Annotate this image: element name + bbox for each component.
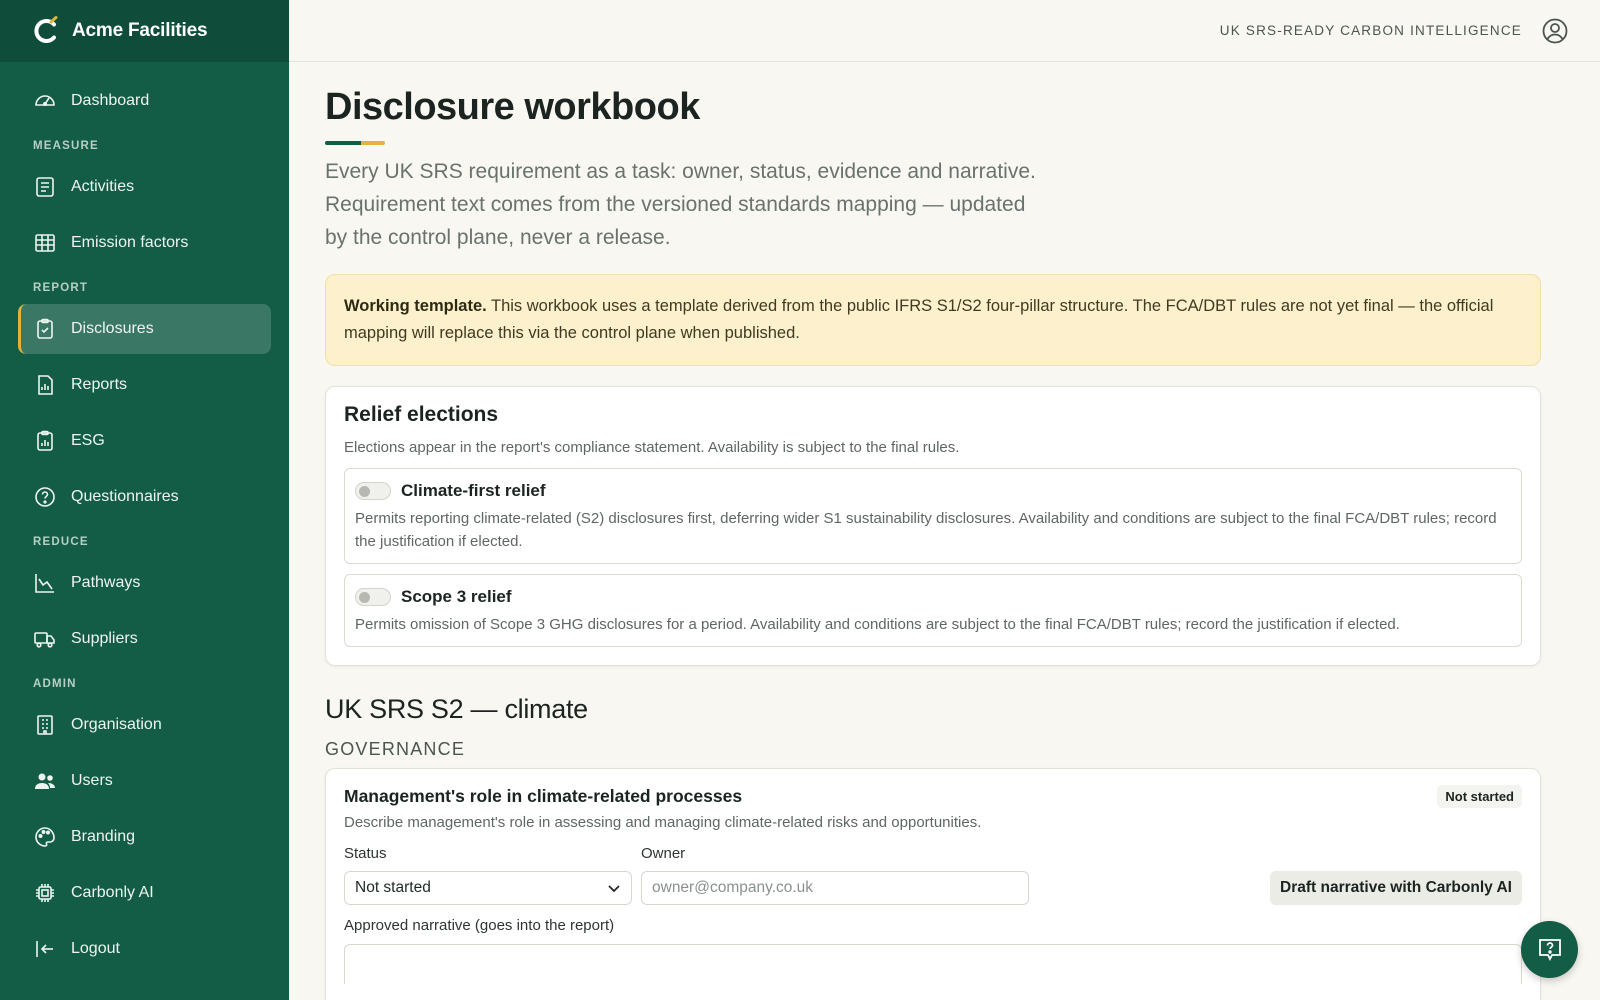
owner-label: Owner <box>641 845 686 862</box>
product-tagline: UK SRS-READY CARBON INTELLIGENCE <box>1219 23 1522 38</box>
sidebar-item-label: Reports <box>71 376 128 393</box>
question-circle-icon <box>35 487 55 507</box>
status-badge: Not started <box>1437 785 1522 808</box>
requirement-title: Management's role in climate-related pro… <box>344 786 743 806</box>
clipboard-check-icon <box>37 318 53 339</box>
sidebar-item-emission-factors[interactable]: Emission factors <box>18 218 271 268</box>
sidebar-item-label: Pathways <box>71 574 141 591</box>
sidebar: Acme Facilities Dashboard MEASURE Activi… <box>0 0 289 1000</box>
requirement-card: Management's role in climate-related pro… <box>325 768 1541 1000</box>
nav-section-reduce: REDUCE <box>33 536 89 548</box>
sidebar-item-reports[interactable]: Reports <box>18 360 271 410</box>
building-icon <box>37 715 53 735</box>
list-document-icon <box>36 177 54 197</box>
sidebar-item-pathways[interactable]: Pathways <box>18 558 271 608</box>
palette-icon <box>35 827 55 847</box>
relief-item-text: Permits reporting climate-related (S2) d… <box>355 510 1497 550</box>
sidebar-item-organisation[interactable]: Organisation <box>18 700 271 750</box>
clipboard-chart-icon <box>37 430 53 451</box>
pillar-heading: GOVERNANCE <box>325 739 466 759</box>
sidebar-item-questionnaires[interactable]: Questionnaires <box>18 472 271 522</box>
sidebar-item-label: Activities <box>71 178 135 195</box>
status-select-value: Not started <box>355 879 431 896</box>
report-chart-icon <box>38 375 53 395</box>
sidebar-item-esg[interactable]: ESG <box>18 416 271 466</box>
sidebar-item-label: Logout <box>71 940 120 957</box>
section-title: UK SRS S2 — climate <box>325 694 588 724</box>
chip-icon <box>36 884 54 902</box>
relief-item-text: Permits omission of Scope 3 GHG disclosu… <box>355 616 1400 633</box>
help-chat-button[interactable] <box>1521 921 1578 978</box>
nav-section-admin: ADMIN <box>33 678 77 690</box>
nav-section-report: REPORT <box>33 282 89 294</box>
sidebar-item-users[interactable]: Users <box>18 756 271 806</box>
relief-elections-description: Elections appear in the report's complia… <box>344 439 960 456</box>
sidebar-item-disclosures[interactable]: Disclosures <box>18 304 271 354</box>
requirement-description: Describe management's role in assessing … <box>344 814 982 831</box>
sidebar-nav: Dashboard MEASURE Activities Emission fa… <box>0 62 289 974</box>
sidebar-item-label: Suppliers <box>71 630 138 647</box>
draft-narrative-button[interactable]: Draft narrative with Carbonly AI <box>1270 871 1522 905</box>
line-chart-icon <box>35 574 54 593</box>
chevron-down-icon <box>608 885 620 893</box>
user-avatar-icon[interactable] <box>1542 18 1568 44</box>
banner-bold: Working template. <box>344 297 487 315</box>
relief-item-climate-first: Climate-first relief Permits reporting c… <box>344 468 1522 564</box>
brand-header[interactable]: Acme Facilities <box>0 0 289 62</box>
sidebar-item-carbonly-ai[interactable]: Carbonly AI <box>18 868 271 918</box>
main-content: Disclosure workbook Every UK SRS require… <box>325 62 1541 1000</box>
climate-first-toggle[interactable] <box>355 482 391 500</box>
table-grid-icon <box>35 234 55 252</box>
brand-name: Acme Facilities <box>72 20 208 41</box>
narrative-textarea[interactable] <box>344 944 1522 984</box>
relief-item-title: Scope 3 relief <box>401 587 512 606</box>
top-bar: UK SRS-READY CARBON INTELLIGENCE <box>289 0 1600 62</box>
owner-input[interactable] <box>641 871 1029 905</box>
help-chat-icon <box>1538 938 1561 961</box>
sidebar-item-label: Organisation <box>71 716 162 733</box>
users-icon <box>35 773 55 789</box>
sidebar-item-label: Carbonly AI <box>71 884 154 901</box>
gauge-icon <box>35 95 55 107</box>
sidebar-item-logout[interactable]: Logout <box>18 924 271 974</box>
page-subtitle: Every UK SRS requirement as a task: owne… <box>325 160 1036 249</box>
sidebar-item-dashboard[interactable]: Dashboard <box>18 76 271 126</box>
sidebar-item-activities[interactable]: Activities <box>18 162 271 212</box>
scope-3-toggle[interactable] <box>355 588 391 606</box>
sidebar-item-label: Emission factors <box>71 234 189 251</box>
page-title: Disclosure workbook <box>325 86 700 128</box>
relief-elections-title: Relief elections <box>344 403 499 426</box>
working-template-banner: Working template. This workbook uses a t… <box>325 274 1541 366</box>
relief-elections-card: Relief elections Elections appear in the… <box>325 386 1541 666</box>
sidebar-item-suppliers[interactable]: Suppliers <box>18 614 271 664</box>
sidebar-item-label: ESG <box>71 432 105 449</box>
sidebar-item-label: Disclosures <box>71 320 154 337</box>
sidebar-item-label: Branding <box>71 828 136 845</box>
nav-section-measure: MEASURE <box>33 140 99 152</box>
relief-item-title: Climate-first relief <box>401 481 546 500</box>
sidebar-item-branding[interactable]: Branding <box>18 812 271 862</box>
sidebar-item-label: Questionnaires <box>71 488 179 505</box>
logout-icon <box>36 941 53 957</box>
narrative-label: Approved narrative (goes into the report… <box>344 917 615 934</box>
title-accent-bar <box>325 141 1541 145</box>
banner-text: This workbook uses a template derived fr… <box>344 297 1494 342</box>
truck-icon <box>34 632 55 648</box>
sidebar-item-label: Dashboard <box>71 92 150 109</box>
status-select[interactable]: Not started <box>344 871 632 905</box>
relief-item-scope-3: Scope 3 relief Permits omission of Scope… <box>344 574 1522 647</box>
sidebar-item-label: Users <box>71 772 113 789</box>
brand-logo-icon <box>34 16 58 43</box>
status-label: Status <box>344 845 387 862</box>
